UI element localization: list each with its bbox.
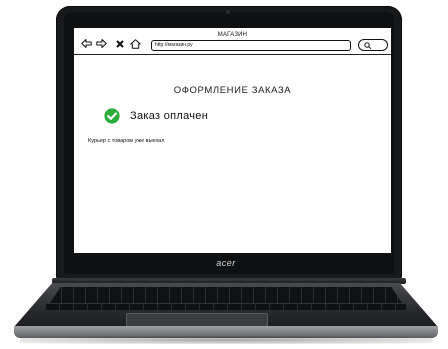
close-icon[interactable] [114, 38, 125, 49]
toolbar-divider [74, 54, 391, 55]
laptop-brand-logo: acer [216, 258, 236, 268]
payment-status-text: Заказ оплачен [130, 110, 209, 122]
check-circle-icon [104, 108, 120, 124]
search-icon [364, 42, 372, 49]
page-title: ОФОРМЛЕНИЕ ЗАКАЗА [173, 85, 292, 96]
forward-arrow-icon[interactable] [96, 38, 107, 49]
address-bar-url: http://магазин.ру [155, 42, 193, 48]
courier-info-text: Курьер с товаром уже выехал [88, 138, 165, 144]
touchpad [126, 313, 268, 327]
address-bar[interactable]: http://магазин.ру [151, 40, 351, 51]
back-arrow-icon[interactable] [81, 38, 92, 49]
keyboard-row [46, 304, 406, 310]
laptop-screen: МАГАЗИН http://магазин.ру ОФОРМЛЕНИЕ ЗАК… [74, 28, 391, 253]
laptop-shadow [20, 336, 432, 344]
webcam [226, 10, 230, 14]
search-input[interactable] [358, 39, 388, 51]
keyboard [50, 287, 402, 303]
home-icon[interactable] [130, 38, 141, 49]
